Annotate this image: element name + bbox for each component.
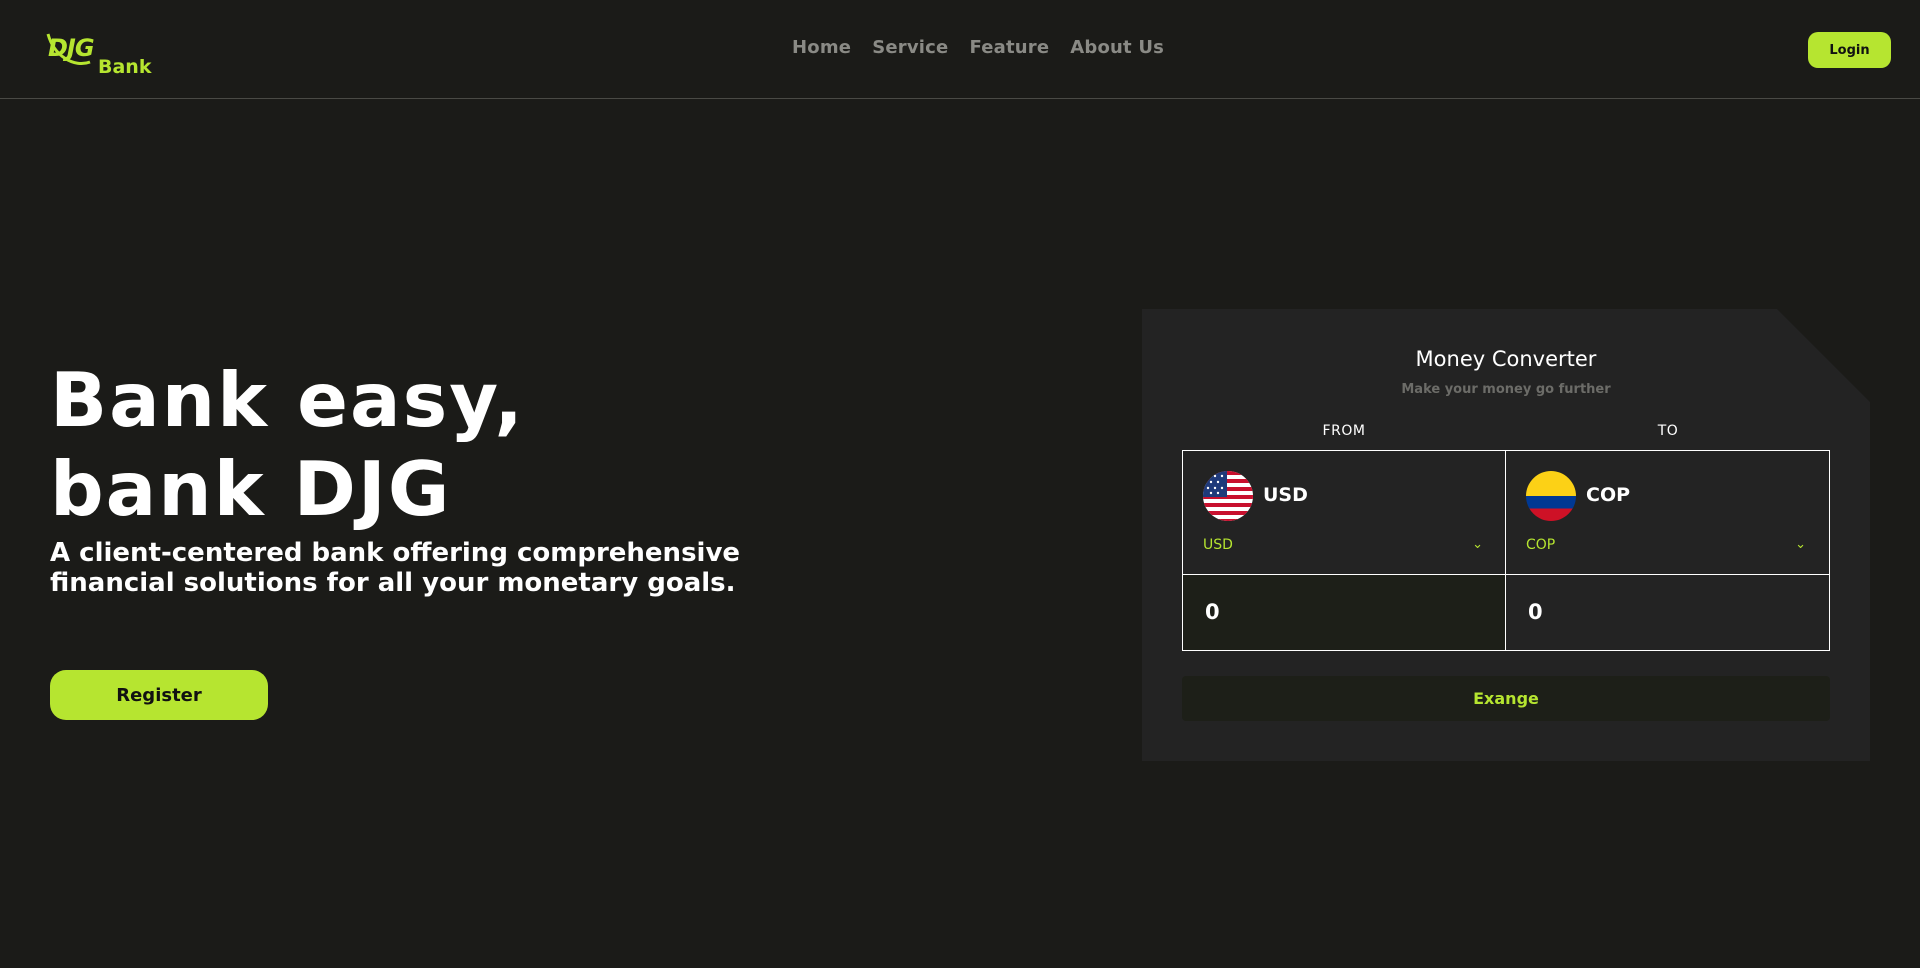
register-button[interactable]: Register: [50, 670, 268, 720]
money-converter-card: Money Converter Make your money go furth…: [1142, 309, 1870, 761]
site-header: DJG Bank Home Service Feature About Us L…: [0, 0, 1920, 99]
chevron-down-icon: ⌄: [1795, 537, 1806, 552]
to-select-value: COP: [1526, 537, 1556, 553]
to-amount-value: 0: [1528, 600, 1543, 624]
to-currency-panel: COP COP ⌄: [1505, 450, 1830, 576]
nav-home[interactable]: Home: [792, 37, 851, 58]
nav-feature[interactable]: Feature: [969, 37, 1049, 58]
hero-subtitle: A client-centered bank offering comprehe…: [50, 538, 741, 598]
colombia-flag-icon: [1526, 471, 1576, 521]
from-label: FROM: [1322, 423, 1366, 439]
chevron-down-icon: ⌄: [1472, 537, 1483, 552]
nav-service[interactable]: Service: [872, 37, 948, 58]
converter-subtitle: Make your money go further: [1401, 382, 1611, 397]
login-button[interactable]: Login: [1808, 32, 1891, 68]
to-label: TO: [1657, 423, 1679, 439]
djg-bank-logo[interactable]: DJG Bank: [44, 28, 164, 80]
from-select-value: USD: [1203, 537, 1233, 553]
from-currency-select[interactable]: USD ⌄: [1183, 527, 1505, 567]
exchange-button[interactable]: Exange: [1182, 676, 1830, 721]
main-nav: Home Service Feature About Us: [792, 37, 1164, 58]
from-amount-value: 0: [1205, 600, 1220, 624]
hero-title-line2: bank DJG: [50, 445, 452, 533]
converter-title: Money Converter: [1415, 347, 1597, 371]
us-flag-icon: [1203, 471, 1253, 521]
to-currency-select[interactable]: COP ⌄: [1506, 527, 1828, 567]
to-amount-output: 0: [1505, 574, 1830, 651]
logo-text: Bank: [98, 56, 152, 78]
nav-about-us[interactable]: About Us: [1070, 37, 1164, 58]
hero-title: Bank easy, bank DJG: [50, 356, 810, 534]
from-amount-input[interactable]: 0: [1182, 574, 1507, 651]
logo-mark: DJG: [48, 34, 95, 62]
hero-title-line1: Bank easy,: [50, 356, 525, 444]
from-currency-panel: USD USD ⌄: [1182, 450, 1507, 576]
from-currency-code: USD: [1263, 484, 1308, 506]
to-currency-code: COP: [1586, 484, 1631, 506]
